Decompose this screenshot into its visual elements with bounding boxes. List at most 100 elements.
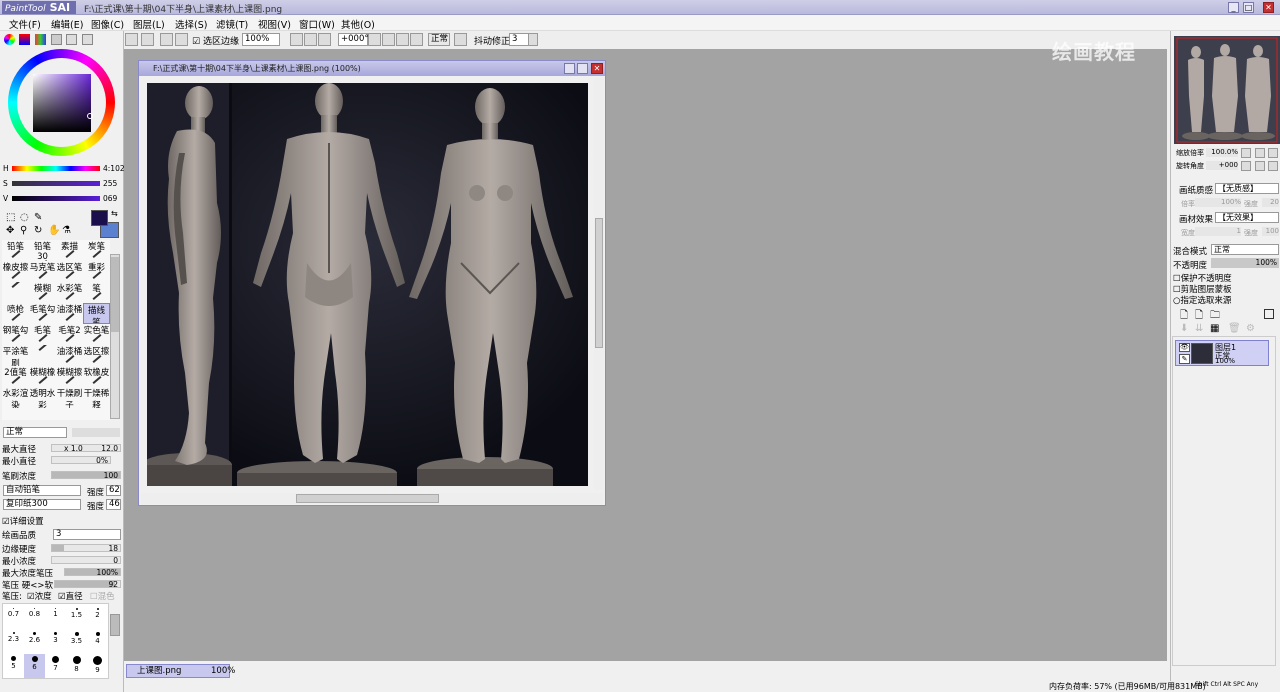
brush-tool[interactable]: 铅笔30 xyxy=(29,240,56,261)
brush-tool[interactable]: 选区擦 xyxy=(83,345,110,366)
nav-rotate-right-button[interactable] xyxy=(1255,161,1265,171)
effect-intensity-slider[interactable]: 100 xyxy=(1262,227,1279,236)
swatch-tab-icon[interactable] xyxy=(82,34,93,45)
brush-tool[interactable]: 笔 xyxy=(83,282,110,303)
edge-hardness-slider[interactable]: 18 xyxy=(51,544,121,553)
magic-wand-icon[interactable]: ✎ xyxy=(34,212,42,223)
flip-button[interactable] xyxy=(410,33,423,46)
brush-size-preset[interactable]: 2.3 xyxy=(3,630,24,654)
brush-size-preset[interactable]: 3 xyxy=(45,630,66,654)
stabilizer-dropdown-icon[interactable] xyxy=(528,33,538,46)
saturation-slider[interactable] xyxy=(12,181,100,186)
brush-tool[interactable]: 选区笔 xyxy=(56,261,83,282)
brush-tool[interactable]: 水彩渲染 xyxy=(2,387,29,408)
nav-rotate-reset-button[interactable] xyxy=(1268,161,1278,171)
paper-scale-slider[interactable]: 100% xyxy=(1195,198,1241,207)
rotate-right-button[interactable] xyxy=(382,33,395,46)
brush-tool[interactable]: 平涂笔刷 xyxy=(2,345,29,366)
pressure-blend-checkbox[interactable]: ☐混色 xyxy=(90,590,115,602)
brush-tool[interactable]: 软橡皮 xyxy=(83,366,110,387)
max-pressure-slider[interactable]: 100% xyxy=(64,568,121,577)
opacity-slider[interactable]: 100% xyxy=(1211,258,1279,268)
minimize-button[interactable]: _ xyxy=(1228,2,1239,13)
zoom-tool-icon[interactable]: ⚲ xyxy=(20,225,27,236)
document-vertical-scrollbar[interactable] xyxy=(594,78,604,490)
brush-shape-buttons[interactable] xyxy=(72,428,120,437)
nav-zoom-in-button[interactable] xyxy=(1255,148,1265,158)
menu-edit[interactable]: 编辑(E) xyxy=(51,17,83,31)
advanced-settings-checkbox[interactable]: ☑详细设置 xyxy=(2,515,44,527)
nav-angle-slider[interactable]: +000 xyxy=(1206,161,1238,170)
rgb-slider-tab-icon[interactable] xyxy=(19,34,30,45)
value-slider[interactable] xyxy=(12,196,100,201)
layer-mode-button[interactable] xyxy=(454,33,467,46)
zoom-input[interactable]: 100% xyxy=(242,33,280,46)
menu-file[interactable]: 文件(F) xyxy=(9,17,41,31)
brush-mode-select[interactable]: 正常 xyxy=(3,427,67,438)
menu-layer[interactable]: 图层(L) xyxy=(133,17,165,31)
hand-tool-icon[interactable]: ✋ xyxy=(48,225,60,236)
brush-tool[interactable]: 水彩笔 xyxy=(56,282,83,303)
brush-tool[interactable]: 橡皮擦 xyxy=(2,261,29,282)
brush-texture-select[interactable]: 复印纸300 xyxy=(3,499,81,510)
brush-tool[interactable]: 马克笔 xyxy=(29,261,56,282)
brush-size-preset[interactable]: 7 xyxy=(45,654,66,678)
clear-layer-icon[interactable]: ▦ xyxy=(1210,323,1219,334)
layer-options-icon[interactable]: ⚙ xyxy=(1246,323,1255,334)
brush-size-scrollbar[interactable] xyxy=(110,614,120,636)
nav-zoom-reset-button[interactable] xyxy=(1268,148,1278,158)
paper-effect-select[interactable]: 【无效果】 xyxy=(1215,212,1279,223)
brush-tool[interactable]: 模糊擦 xyxy=(56,366,83,387)
palette-tab-icon[interactable] xyxy=(51,34,62,45)
paper-intensity-slider[interactable]: 20 xyxy=(1262,198,1279,207)
quality-select[interactable]: 3 xyxy=(53,529,121,540)
color-wheel-tab-icon[interactable] xyxy=(4,34,15,45)
move-tool-icon[interactable]: ✥ xyxy=(6,225,14,236)
delete-layer-icon[interactable]: 🗑 xyxy=(1228,323,1241,334)
brush-size-preset[interactable]: 9 xyxy=(87,654,108,678)
foreground-color-swatch[interactable] xyxy=(91,210,108,226)
navigator-preview[interactable] xyxy=(1174,36,1280,144)
brush-size-preset[interactable]: 0.7 xyxy=(3,606,24,630)
shape-strength-value[interactable]: 62 xyxy=(106,485,121,496)
menu-select[interactable]: 选择(S) xyxy=(175,17,207,31)
menu-filter[interactable]: 滤镜(T) xyxy=(216,17,248,31)
brush-size-preset[interactable]: 1.5 xyxy=(66,606,87,630)
texture-strength-value[interactable]: 46 xyxy=(106,499,121,510)
brush-tool[interactable]: 模糊 xyxy=(29,282,56,303)
brush-tool[interactable]: 描线笔 xyxy=(83,303,110,324)
brush-tool[interactable]: 重彩 xyxy=(83,261,110,282)
brush-tool[interactable] xyxy=(29,345,56,366)
doc-close-button[interactable]: ✕ xyxy=(591,63,603,74)
brush-size-preset[interactable]: 1 xyxy=(45,606,66,630)
horizontal-scroll-thumb[interactable] xyxy=(296,494,439,503)
nav-rotate-left-button[interactable] xyxy=(1241,161,1251,171)
document-title-bar[interactable]: F:\正式课\第十期\04下半身\上课素材\上课图.png (100%) xyxy=(139,61,605,76)
transfer-down-icon[interactable]: ⬇ xyxy=(1180,323,1188,334)
document-tab[interactable]: 上课图.png 100% xyxy=(126,664,235,678)
invert-selection-button[interactable] xyxy=(175,33,188,46)
deselect-button[interactable] xyxy=(160,33,173,46)
brush-tool[interactable]: 毛笔 xyxy=(29,324,56,345)
selection-edge-checkbox[interactable]: ☑ 选区边缘 xyxy=(192,34,239,47)
brush-tool[interactable]: 干燥刷子 xyxy=(56,387,83,408)
brush-tool[interactable]: 实色笔 xyxy=(83,324,110,345)
layer-edit-icon[interactable]: ✎ xyxy=(1179,354,1190,364)
brush-tool[interactable]: 干燥稀释 xyxy=(83,387,110,408)
blend-mode-select[interactable]: 正常 xyxy=(428,33,450,46)
nav-zoom-out-button[interactable] xyxy=(1241,148,1251,158)
redo-button[interactable] xyxy=(141,33,154,46)
min-size-slider[interactable]: 0% xyxy=(51,456,111,465)
brush-size-preset[interactable]: 6 xyxy=(24,654,45,678)
swap-colors-icon[interactable]: ⇆ xyxy=(111,209,118,218)
brush-size-preset[interactable]: 2 xyxy=(87,606,108,630)
brush-tool[interactable]: 毛笔勾 xyxy=(29,303,56,324)
brush-tool[interactable]: 素描 xyxy=(56,240,83,261)
doc-minimize-button[interactable] xyxy=(564,63,575,74)
zoom-in-button[interactable] xyxy=(304,33,317,46)
brush-shape-select[interactable]: 自动铅笔 xyxy=(3,485,81,496)
rotate-left-button[interactable] xyxy=(368,33,381,46)
brush-tool[interactable]: 钢笔勾 xyxy=(2,324,29,345)
undo-button[interactable] xyxy=(125,33,138,46)
rotation-input[interactable]: +000° xyxy=(338,33,369,46)
